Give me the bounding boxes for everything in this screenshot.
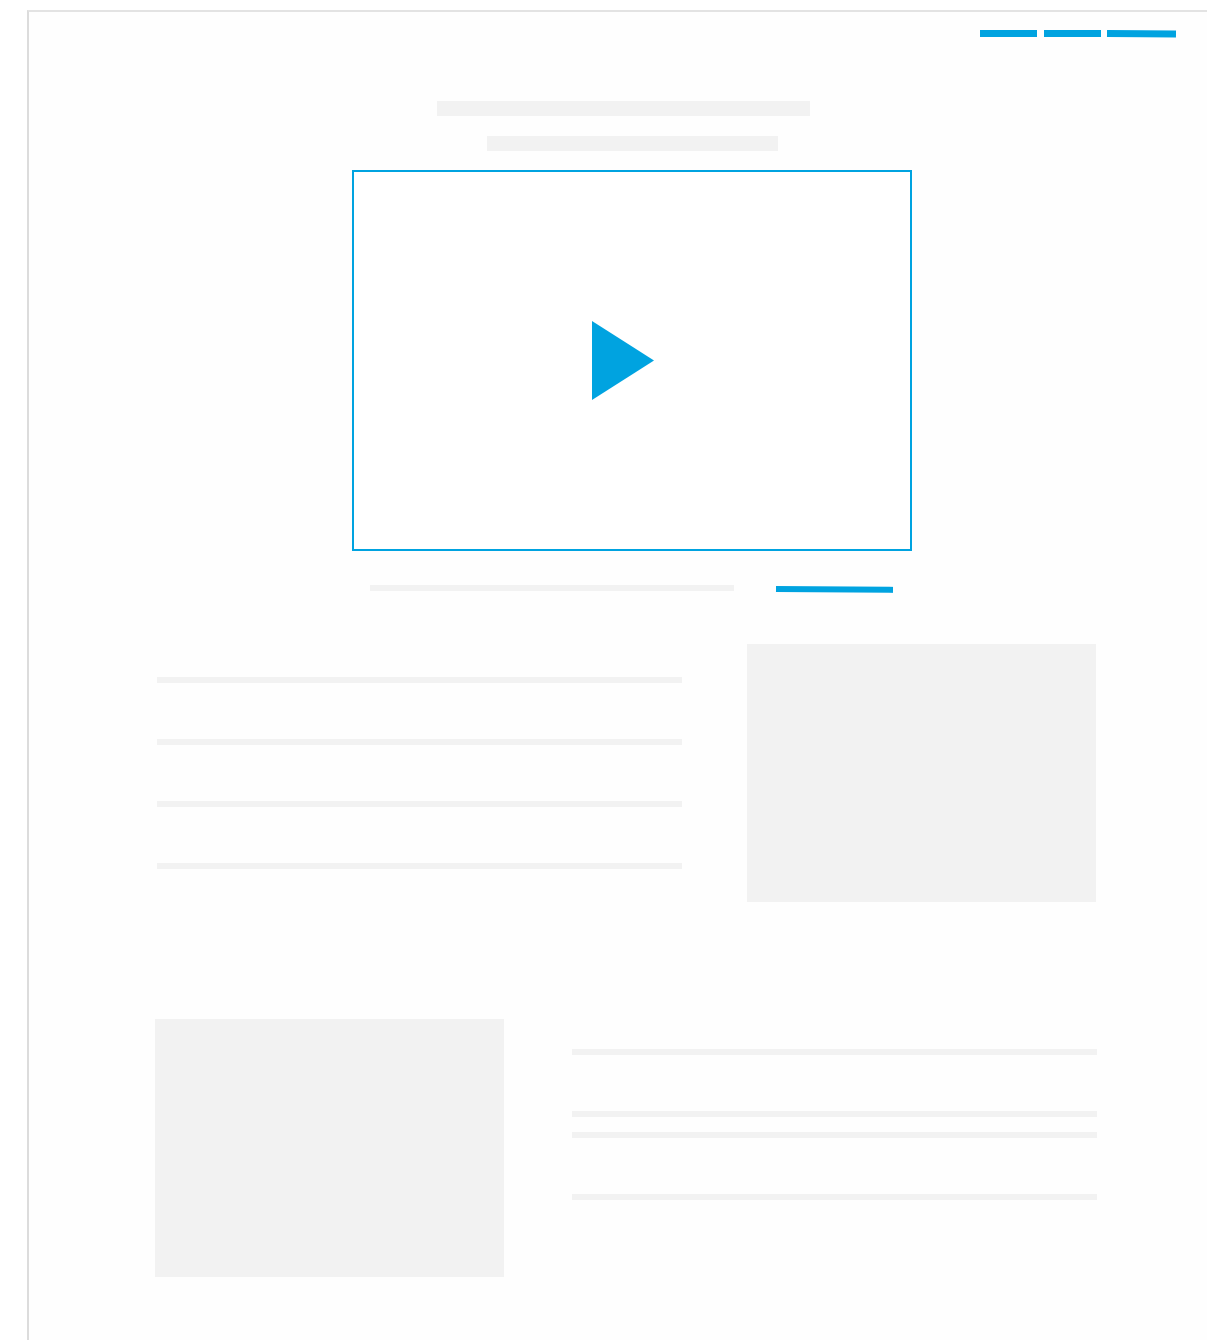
text-line: [157, 863, 682, 869]
image-placeholder: [747, 644, 1096, 902]
nav-item-3[interactable]: [1106, 30, 1177, 38]
video-link[interactable]: [775, 586, 894, 593]
image-placeholder: [155, 1019, 504, 1277]
text-line: [572, 1111, 1097, 1117]
hero-title-placeholder: [437, 101, 810, 116]
text-line: [157, 739, 682, 745]
hero-subtitle-placeholder: [487, 136, 778, 151]
text-line: [572, 1132, 1097, 1138]
video-caption-placeholder: [370, 585, 734, 591]
nav-item-1[interactable]: [980, 30, 1037, 37]
text-line: [157, 801, 682, 807]
play-icon[interactable]: [592, 321, 654, 400]
text-line: [572, 1049, 1097, 1055]
text-line: [572, 1194, 1097, 1200]
play-icon-shape: [592, 321, 654, 400]
text-line: [157, 677, 682, 683]
nav-item-2[interactable]: [1044, 30, 1101, 37]
